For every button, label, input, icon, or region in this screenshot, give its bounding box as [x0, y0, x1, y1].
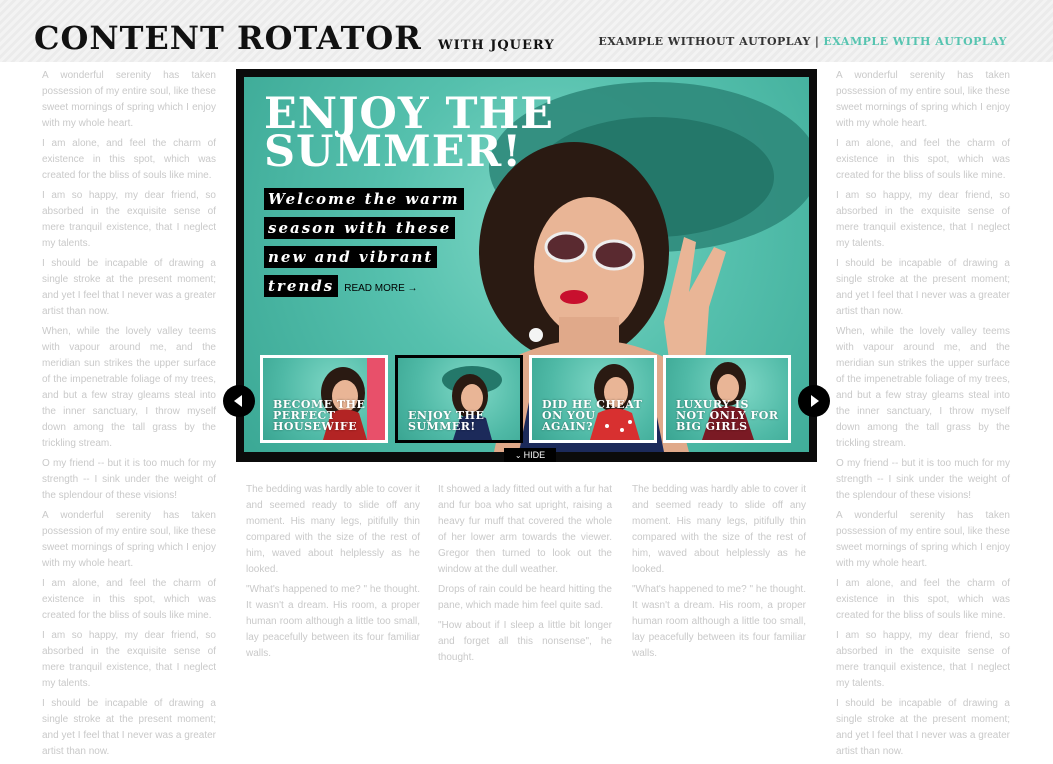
bottom-column-paragraph: The bedding was hardly able to cover it …	[246, 484, 420, 575]
nav-separator: |	[814, 35, 820, 48]
thumbnail-3[interactable]: Did he cheat on you again?	[529, 355, 657, 443]
thumbnail-2[interactable]: Enjoy the Summer!	[395, 355, 523, 443]
bottom-text-column-3: The bedding was hardly able to cover it …	[632, 482, 806, 666]
content-rotator: Enjoy the Summer! Welcome the warm seaso…	[236, 69, 817, 462]
right-column-paragraph: A wonderful serenity has taken possessio…	[836, 70, 1010, 129]
right-column-paragraph: I am alone, and feel the charm of existe…	[836, 138, 1010, 181]
desc-line-3: new and vibrant	[264, 246, 438, 268]
chevron-left-icon	[234, 395, 242, 407]
link-without-autoplay[interactable]: Example without autoplay	[598, 35, 810, 48]
left-text-column: A wonderful serenity has taken possessio…	[42, 68, 216, 764]
main-slide: Enjoy the Summer! Welcome the warm seaso…	[244, 77, 809, 452]
prev-arrow-button[interactable]	[223, 385, 255, 417]
thumbnail-strip: Become the perfect housewife Enjoy the S…	[258, 355, 798, 445]
bottom-column-paragraph: "How about if I sleep a little bit longe…	[438, 620, 612, 663]
right-column-paragraph: I am so happy, my dear friend, so absorb…	[836, 190, 1010, 249]
next-arrow-button[interactable]	[798, 385, 830, 417]
left-column-paragraph: I should be incapable of drawing a singl…	[42, 258, 216, 317]
right-column-paragraph: I should be incapable of drawing a singl…	[836, 698, 1010, 757]
thumbnail-1-label: Become the perfect housewife	[273, 398, 366, 433]
right-column-paragraph: When, while the lovely valley teems with…	[836, 326, 1010, 449]
right-text-column: A wonderful serenity has taken possessio…	[836, 68, 1010, 764]
thumbnail-3-label: Did he cheat on you again?	[542, 398, 643, 433]
example-nav: Example without autoplay | Example with au…	[598, 35, 1007, 48]
thumbnail-4-label: Luxury is not only for big girls	[676, 398, 779, 433]
slide-description: Welcome the warm season with these new a…	[264, 185, 504, 303]
left-column-paragraph: I should be incapable of drawing a singl…	[42, 698, 216, 757]
bottom-column-paragraph: It showed a lady fitted out with a fur h…	[438, 484, 612, 575]
right-column-paragraph: I should be incapable of drawing a singl…	[836, 258, 1010, 317]
right-column-paragraph: O my friend -- but it is too much for my…	[836, 458, 1010, 501]
desc-line-4: trends	[264, 275, 339, 297]
bottom-column-paragraph: The bedding was hardly able to cover it …	[632, 484, 806, 575]
left-column-paragraph: A wonderful serenity has taken possessio…	[42, 70, 216, 129]
hide-label: HIDE	[523, 450, 546, 460]
left-column-paragraph: I am alone, and feel the charm of existe…	[42, 578, 216, 621]
desc-line-1: Welcome the warm	[264, 188, 464, 210]
right-column-paragraph: A wonderful serenity has taken possessio…	[836, 510, 1010, 569]
right-column-paragraph: I am alone, and feel the charm of existe…	[836, 578, 1010, 621]
thumbnail-1[interactable]: Become the perfect housewife	[260, 355, 388, 443]
desc-line-2: season with these	[264, 217, 456, 239]
title-subtitle: with jQuery	[438, 38, 555, 53]
hide-thumbnails-button[interactable]: ⌄ HIDE	[504, 448, 556, 462]
left-column-paragraph: I am so happy, my dear friend, so absorb…	[42, 190, 216, 249]
title-main: Content Rotator	[34, 19, 422, 57]
slide-headline: Enjoy the Summer!	[264, 89, 554, 177]
left-column-paragraph: O my friend -- but it is too much for my…	[42, 458, 216, 501]
link-with-autoplay[interactable]: Example with autoplay	[823, 35, 1007, 48]
left-column-paragraph: I am so happy, my dear friend, so absorb…	[42, 630, 216, 689]
bottom-column-paragraph: "What's happened to me? " he thought. It…	[632, 584, 806, 659]
thumbnail-4[interactable]: Luxury is not only for big girls	[663, 355, 791, 443]
bottom-column-paragraph: Drops of rain could be heard hitting the…	[438, 584, 612, 611]
right-column-paragraph: I am so happy, my dear friend, so absorb…	[836, 630, 1010, 689]
double-chevron-down-icon: ⌄	[514, 451, 522, 460]
left-column-paragraph: When, while the lovely valley teems with…	[42, 326, 216, 449]
left-column-paragraph: A wonderful serenity has taken possessio…	[42, 510, 216, 569]
read-more-link[interactable]: READ MORE →	[344, 283, 417, 294]
thumbnail-2-label: Enjoy the Summer!	[408, 409, 485, 433]
bottom-text-column-1: The bedding was hardly able to cover it …	[246, 482, 420, 666]
left-column-paragraph: I am alone, and feel the charm of existe…	[42, 138, 216, 181]
bottom-column-paragraph: "What's happened to me? " he thought. It…	[246, 584, 420, 659]
bottom-text-column-2: It showed a lady fitted out with a fur h…	[438, 482, 612, 670]
page-title: Content Rotator with jQuery	[34, 18, 555, 66]
chevron-right-icon	[811, 395, 819, 407]
page-header: Content Rotator with jQuery Example with…	[0, 0, 1053, 62]
